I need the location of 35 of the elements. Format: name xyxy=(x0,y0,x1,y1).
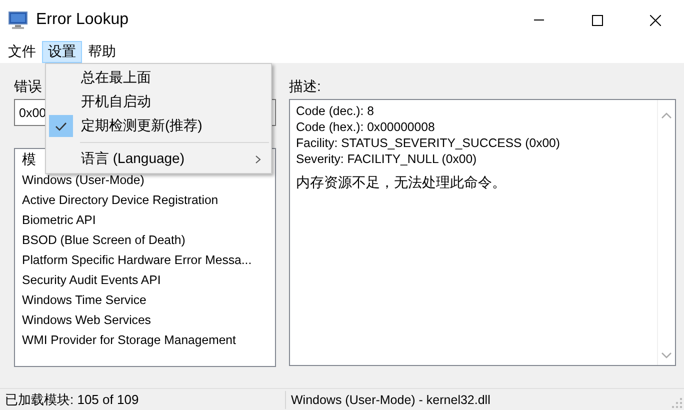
chevron-right-icon xyxy=(255,154,261,164)
status-text: 已加载模块: 105 of 109 xyxy=(0,390,286,408)
close-icon xyxy=(650,14,660,26)
list-item[interactable]: Security Audit Events API xyxy=(22,270,268,290)
description-line: Severity: FACILITY_NULL (0x00) xyxy=(296,151,478,167)
description-message: 内存资源不足，无法处理此命令。 xyxy=(296,174,507,192)
window-title: Error Lookup xyxy=(36,11,128,29)
resize-grip-icon xyxy=(672,398,682,408)
field-label: 错误 xyxy=(14,77,42,96)
column-header: 模 xyxy=(22,150,36,169)
description-line: Code (hex.): 0x00000008 xyxy=(296,119,436,135)
scroll-up-icon xyxy=(661,112,672,119)
menu-item[interactable]: 帮助 xyxy=(82,40,122,62)
list-item[interactable]: Active Directory Device Registration xyxy=(22,190,268,210)
submenu-item[interactable]: 语言 (Language) xyxy=(46,147,271,171)
check-icon xyxy=(55,122,67,130)
menu-item[interactable]: 定期检测更新(推荐) xyxy=(46,114,271,138)
list-item[interactable]: Windows Web Services xyxy=(22,310,268,330)
list-item[interactable]: Platform Specific Hardware Error Messa... xyxy=(22,250,268,270)
app-icon xyxy=(8,11,28,29)
menu-item[interactable]: 总在最上面 xyxy=(46,66,271,90)
list-item[interactable]: Windows (User-Mode) xyxy=(22,170,268,190)
description-line: Code (dec.): 8 xyxy=(296,103,375,119)
field-label: 描述: xyxy=(289,77,321,96)
menu-item[interactable]: 文件 xyxy=(2,40,42,62)
menu-item[interactable]: 设置 xyxy=(42,40,82,62)
list-item[interactable]: Windows Time Service xyxy=(22,290,268,310)
description-line: Facility: STATUS_SEVERITY_SUCCESS (0x00) xyxy=(296,135,561,151)
list-item[interactable]: Biometric API xyxy=(22,210,268,230)
maximize-icon xyxy=(592,14,602,26)
list-item[interactable]: WMI Provider for Storage Management xyxy=(22,330,268,350)
scroll-down-icon xyxy=(661,352,672,359)
list-item[interactable]: BSOD (Blue Screen of Death) xyxy=(22,230,268,250)
status-text: Windows (User-Mode) - kernel32.dll xyxy=(290,392,490,406)
menu-item[interactable]: 开机自启动 xyxy=(46,90,271,114)
